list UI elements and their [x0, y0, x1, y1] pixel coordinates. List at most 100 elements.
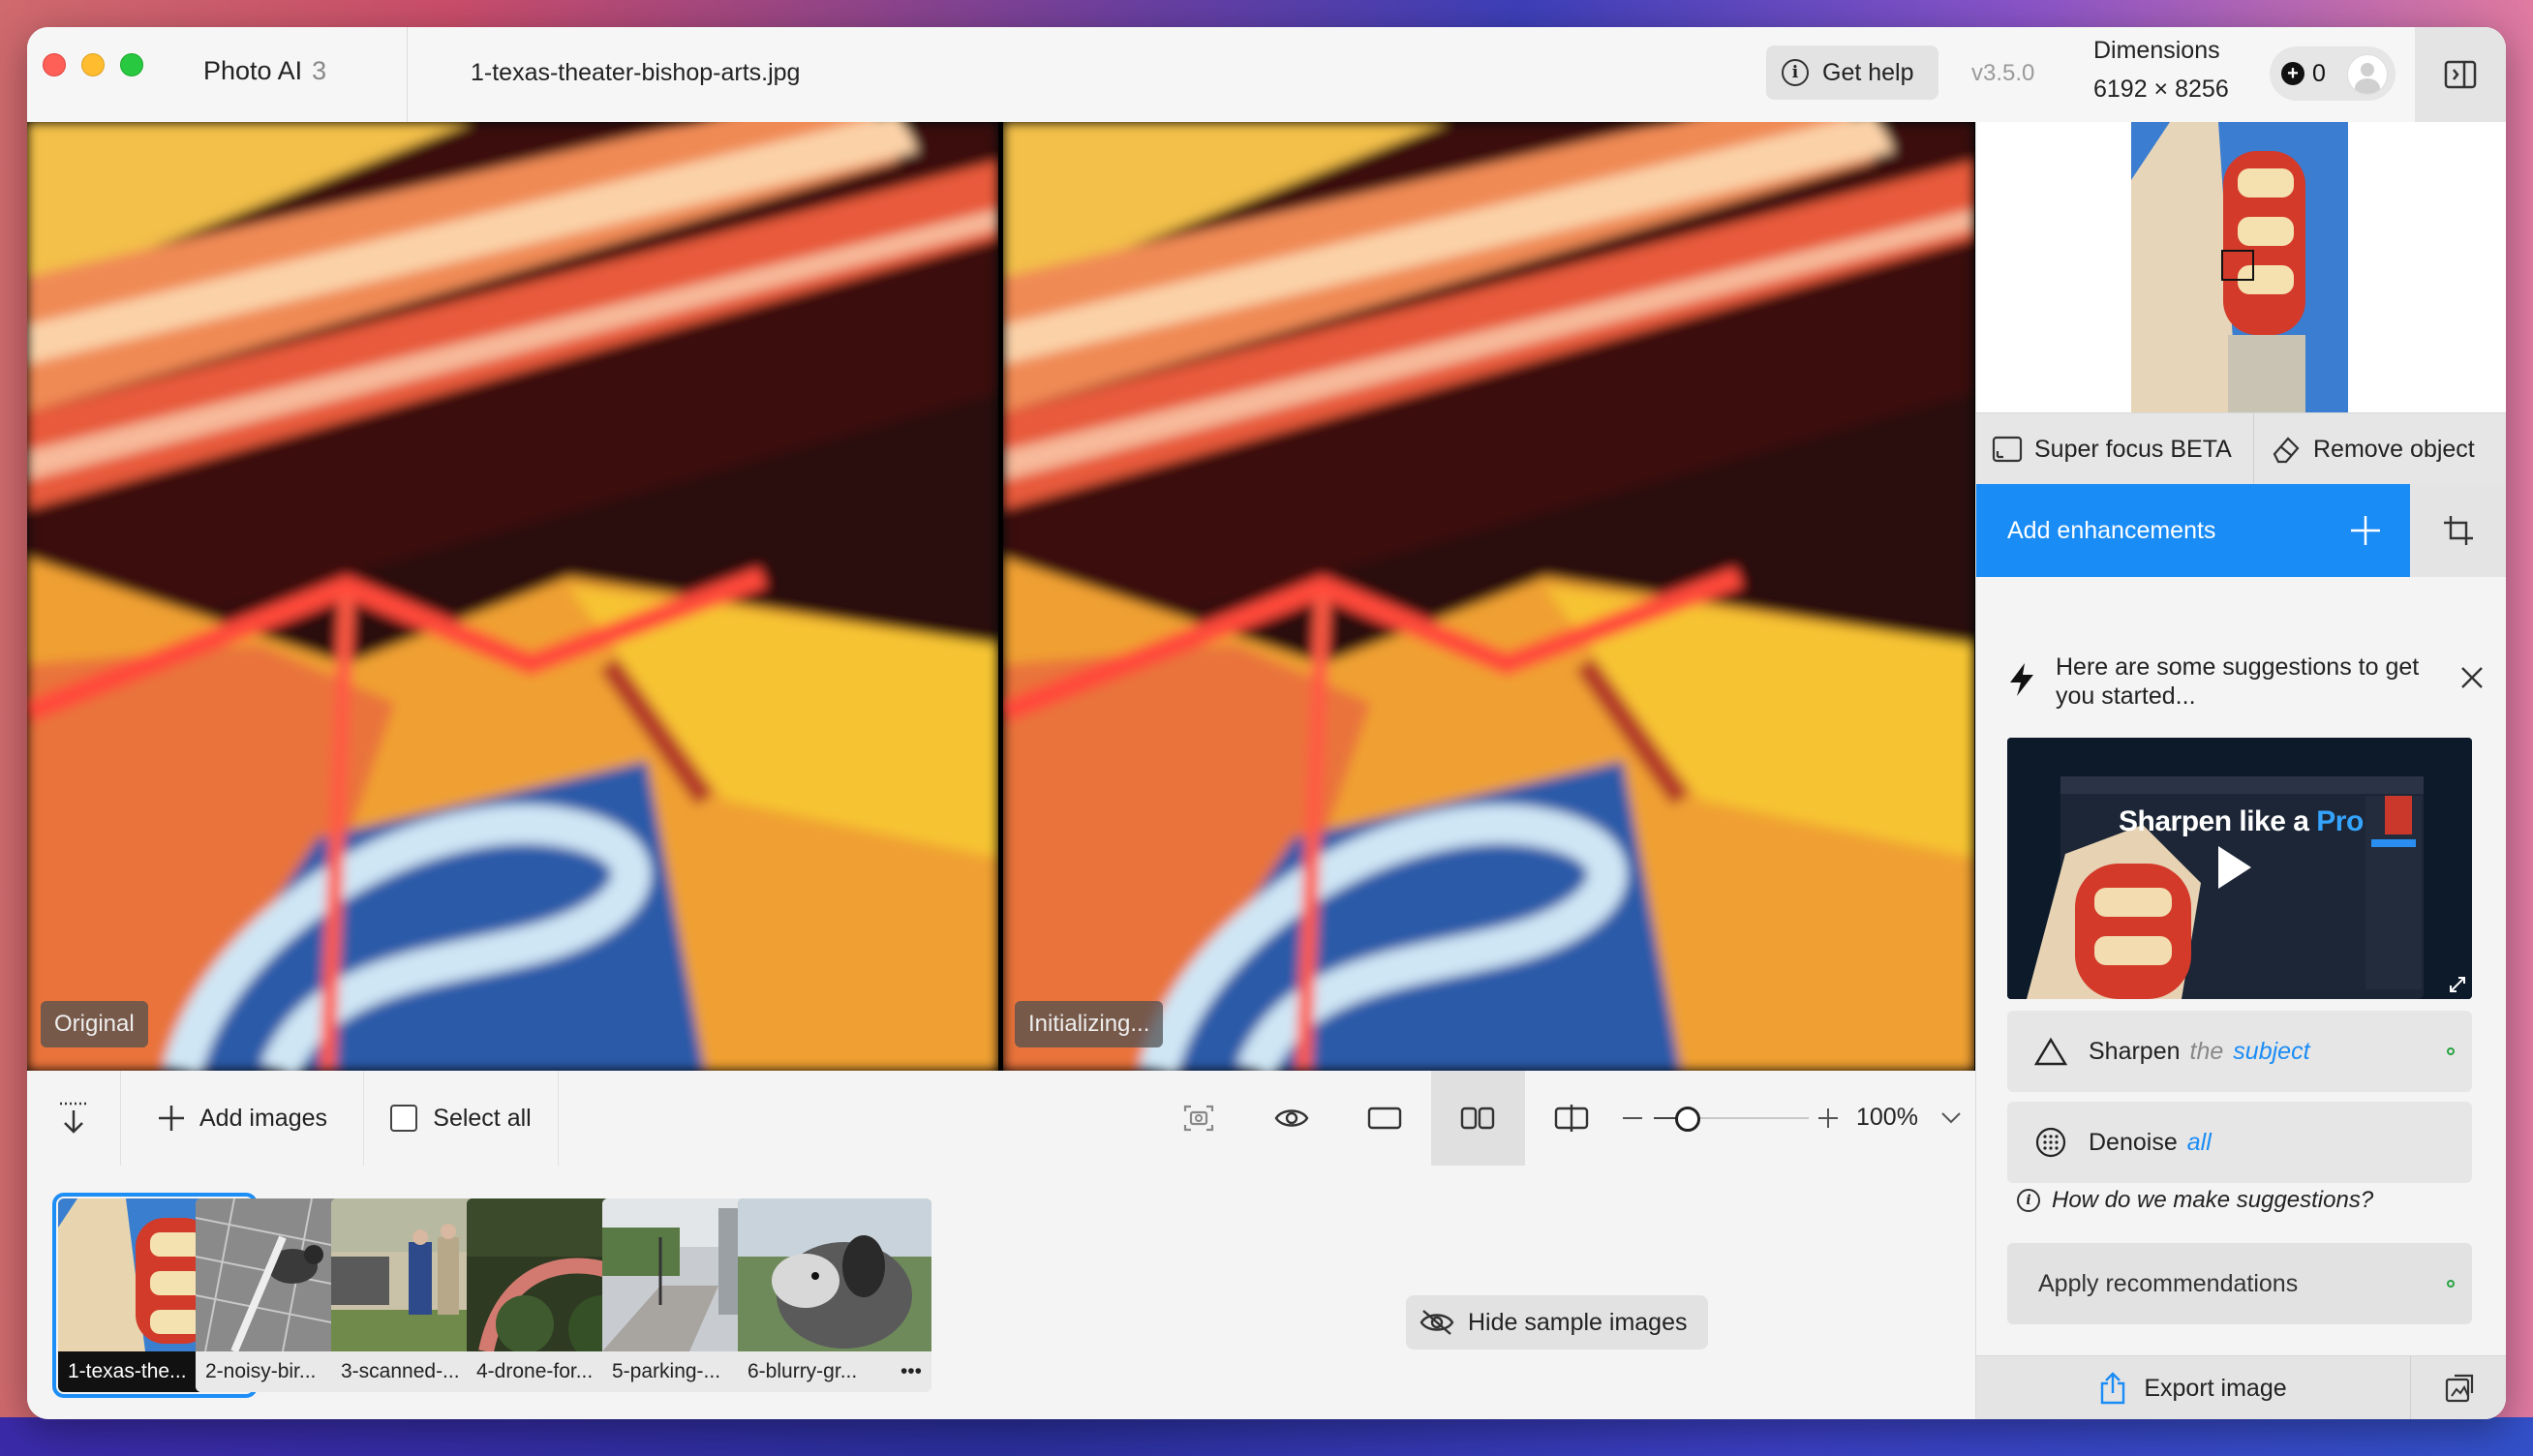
add-enhancements-label: Add enhancements	[2007, 516, 2216, 544]
original-pane[interactable]: Original	[27, 122, 998, 1071]
status-dot	[2447, 1047, 2455, 1055]
plus-icon	[2351, 516, 2380, 545]
thumbnail[interactable]: 6-blurry-gr... •••	[738, 1198, 931, 1392]
video-title-main: Sharpen like a	[2119, 805, 2317, 837]
zoom-out-button[interactable]	[1615, 1071, 1650, 1166]
side-by-side-view-button[interactable]	[1431, 1071, 1524, 1166]
super-focus-button[interactable]: Super focus BETA	[1992, 413, 2232, 485]
info-icon: i	[2017, 1189, 2040, 1212]
sharpen-recommendation[interactable]: Sharpen the subject	[2007, 1011, 2472, 1092]
thumbnail-label: 3-scanned-...	[341, 1360, 460, 1382]
how-suggestions-link[interactable]: i How do we make suggestions?	[2017, 1187, 2373, 1214]
preview-area[interactable]: Original Initializing...	[27, 122, 1975, 1071]
toggle-panel-button[interactable]	[2415, 27, 2506, 122]
suggestions-heading: Here are some suggestions to get you sta…	[2056, 653, 2420, 710]
snapshot-button[interactable]	[1152, 1071, 1245, 1166]
more-options-icon[interactable]: •••	[900, 1360, 922, 1383]
add-enhancements-button[interactable]: Add enhancements	[1976, 484, 2410, 577]
camera-icon	[1183, 1105, 1214, 1132]
crop-icon	[2444, 516, 2473, 545]
import-button[interactable]	[27, 1071, 120, 1166]
tutorial-video[interactable]: Sharpen like a Pro	[2007, 738, 2472, 999]
dimensions-value: 6192 × 8256	[2093, 76, 2229, 103]
thumbnail-caption: 6-blurry-gr... •••	[738, 1351, 931, 1392]
play-icon[interactable]	[2218, 846, 2251, 889]
sidebar-toggle-icon	[2444, 60, 2477, 89]
app-window: Photo AI 3 1-texas-theater-bishop-arts.jp…	[27, 27, 2506, 1419]
denoise-target-link[interactable]: all	[2187, 1129, 2212, 1157]
divider	[407, 27, 408, 122]
video-title: Sharpen like a Pro	[2119, 805, 2364, 838]
app-version-number: 3	[312, 56, 327, 85]
status-dot	[2447, 1280, 2455, 1288]
export-image-label: Export image	[2144, 1374, 2287, 1402]
preview-toggle-button[interactable]	[1245, 1071, 1338, 1166]
zoom-dropdown-button[interactable]	[1937, 1071, 1966, 1166]
credit-count: 0	[2312, 59, 2326, 87]
denoise-recommendation[interactable]: Denoise all	[2007, 1102, 2472, 1183]
eraser-icon	[2273, 437, 2300, 464]
sharpen-text: Sharpen the subject	[2089, 1038, 2310, 1066]
split-view-icon	[1554, 1105, 1589, 1132]
original-photo	[27, 122, 998, 1071]
hide-sample-images-button[interactable]: Hide sample images	[1406, 1295, 1708, 1350]
single-view-icon	[1367, 1107, 1402, 1130]
apply-recommendations-button[interactable]: Apply recommendations	[2007, 1243, 2472, 1324]
thumbnail-label: 5-parking-...	[612, 1360, 721, 1382]
info-icon: i	[1782, 59, 1809, 86]
close-window-button[interactable]	[43, 53, 66, 76]
add-images-label: Add images	[198, 1104, 328, 1132]
get-help-label: Get help	[1822, 58, 1914, 86]
share-icon	[2101, 1372, 2125, 1405]
noise-grid-icon	[2035, 1127, 2066, 1158]
thumbnail-strip: 1-texas-the... ••• 2-noisy-bir... •••	[27, 1166, 1975, 1419]
chevron-down-icon	[1941, 1112, 1961, 1124]
enhanced-pane[interactable]: Initializing...	[1003, 122, 1974, 1071]
expand-icon[interactable]	[2449, 976, 2466, 993]
export-settings-button[interactable]	[2410, 1355, 2506, 1419]
toolbar-divider	[558, 1071, 559, 1166]
thumbnail-label: 4-drone-for...	[476, 1360, 594, 1382]
get-help-button[interactable]: i Get help	[1766, 46, 1938, 100]
zoom-value[interactable]: 100%	[1856, 1104, 1918, 1132]
remove-object-label: Remove object	[2313, 435, 2475, 463]
sharpen-article: the	[2189, 1037, 2224, 1065]
video-title-pro: Pro	[2316, 805, 2364, 837]
close-icon	[2461, 667, 2483, 688]
add-images-button[interactable]: Add images	[121, 1071, 363, 1166]
original-label: Original	[41, 1001, 148, 1047]
thumbnail-label: 2-noisy-bir...	[205, 1360, 317, 1382]
navigator-viewport[interactable]	[2221, 250, 2254, 281]
credits-badge[interactable]: + 0	[2270, 46, 2396, 101]
zoom-slider-handle[interactable]	[1675, 1107, 1700, 1132]
triangle-icon	[2034, 1037, 2067, 1066]
desktop-wallpaper	[0, 1417, 2533, 1456]
checkbox-box[interactable]	[390, 1105, 418, 1132]
avatar[interactable]	[2347, 54, 2388, 95]
select-all-checkbox[interactable]: Select all	[364, 1071, 558, 1166]
app-title: Photo AI 3	[203, 56, 326, 86]
zoom-in-button[interactable]	[1811, 1071, 1846, 1166]
close-suggestions-button[interactable]	[2460, 666, 2484, 694]
single-view-button[interactable]	[1338, 1071, 1431, 1166]
crop-button[interactable]	[2410, 484, 2506, 577]
focus-frame-icon	[1992, 436, 2023, 463]
processing-status-label: Initializing...	[1015, 1001, 1164, 1047]
plus-icon	[1818, 1108, 1838, 1128]
minimize-window-button[interactable]	[81, 53, 105, 76]
version-label: v3.5.0	[1971, 60, 2035, 86]
navigator[interactable]	[1976, 122, 2506, 412]
how-suggestions-label: How do we make suggestions?	[2052, 1187, 2374, 1213]
side-by-side-icon	[1460, 1107, 1495, 1130]
split-view-button[interactable]	[1525, 1071, 1618, 1166]
apply-recommendations-label: Apply recommendations	[2038, 1269, 2299, 1297]
plus-icon	[158, 1106, 184, 1131]
remove-object-button[interactable]: Remove object	[2271, 413, 2475, 485]
right-panel: Super focus BETA Remove object Add enhan…	[1975, 122, 2506, 1419]
zoom-window-button[interactable]	[120, 53, 143, 76]
dimensions-label: Dimensions	[2093, 37, 2220, 64]
zoom-slider[interactable]	[1654, 1107, 1809, 1132]
sharpen-target-link[interactable]: subject	[2233, 1038, 2309, 1066]
export-image-button[interactable]: Export image	[1976, 1355, 2410, 1419]
minus-icon	[1623, 1117, 1642, 1119]
